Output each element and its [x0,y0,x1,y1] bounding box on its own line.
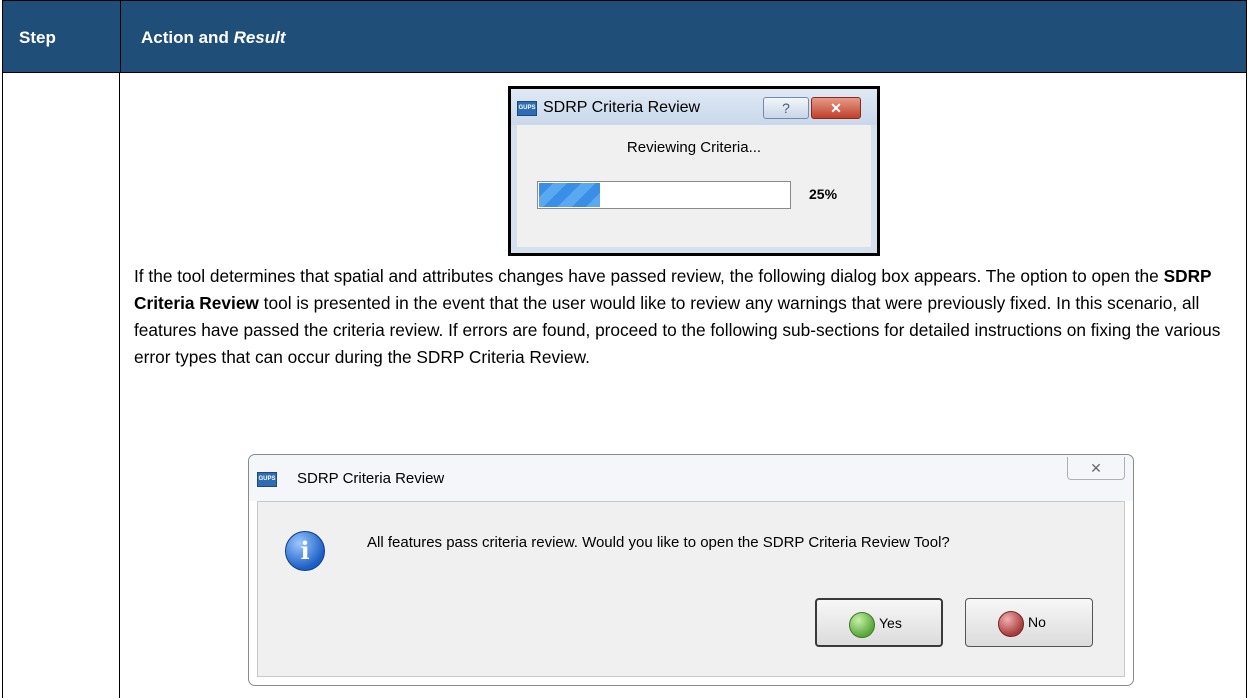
header-action-result: Action and Result [141,28,286,48]
progress-bar [537,181,791,209]
confirm-dialog-titlebar: GUPS SDRP Criteria Review ✕ [249,455,1133,501]
paragraph-text-2: tool is presented in the event that the … [134,293,1221,367]
progress-status-text: Reviewing Criteria... [626,139,762,156]
yes-button-label: Yes [879,615,902,631]
progress-dialog-title: SDRP Criteria Review [543,99,701,116]
table-column-divider [119,72,120,698]
table-header: Step Action and Result [2,0,1247,73]
progress-percent: 25% [809,186,838,202]
progress-dialog-body: Reviewing Criteria... 25% [517,125,871,247]
header-result-text: Result [233,28,286,47]
progress-dialog-titlebar: GUPS SDRP Criteria Review ? ✕ [511,89,877,125]
close-button[interactable]: ✕ [811,97,861,119]
confirm-dialog-title: SDRP Criteria Review [297,470,445,487]
confirm-message: All features pass criteria review. Would… [367,534,950,551]
help-button[interactable]: ? [763,97,809,119]
description-paragraph: If the tool determines that spatial and … [134,263,1229,371]
yes-button[interactable]: Yes [815,598,943,647]
progress-bar-fill [539,183,600,207]
progress-dialog: GUPS SDRP Criteria Review ? ✕ Reviewing … [508,86,880,256]
close-icon[interactable]: ✕ [1067,457,1125,480]
confirm-dialog: GUPS SDRP Criteria Review ✕ i All featur… [248,454,1134,686]
no-button[interactable]: No [965,598,1093,647]
red-circle-icon [998,611,1024,637]
gups-app-icon: GUPS [517,101,537,116]
header-divider [120,1,121,73]
header-action-text: Action and [141,28,234,47]
confirm-dialog-body: i All features pass criteria review. Wou… [257,501,1125,677]
table-right-border [1246,72,1247,698]
paragraph-text-1: If the tool determines that spatial and … [134,266,1164,286]
header-bottom-border [2,72,1247,73]
table-left-border [2,72,3,698]
info-icon: i [285,531,325,571]
header-step: Step [19,28,56,47]
green-circle-icon [849,612,875,638]
gups-app-icon: GUPS [257,472,277,487]
no-button-label: No [1028,614,1046,630]
